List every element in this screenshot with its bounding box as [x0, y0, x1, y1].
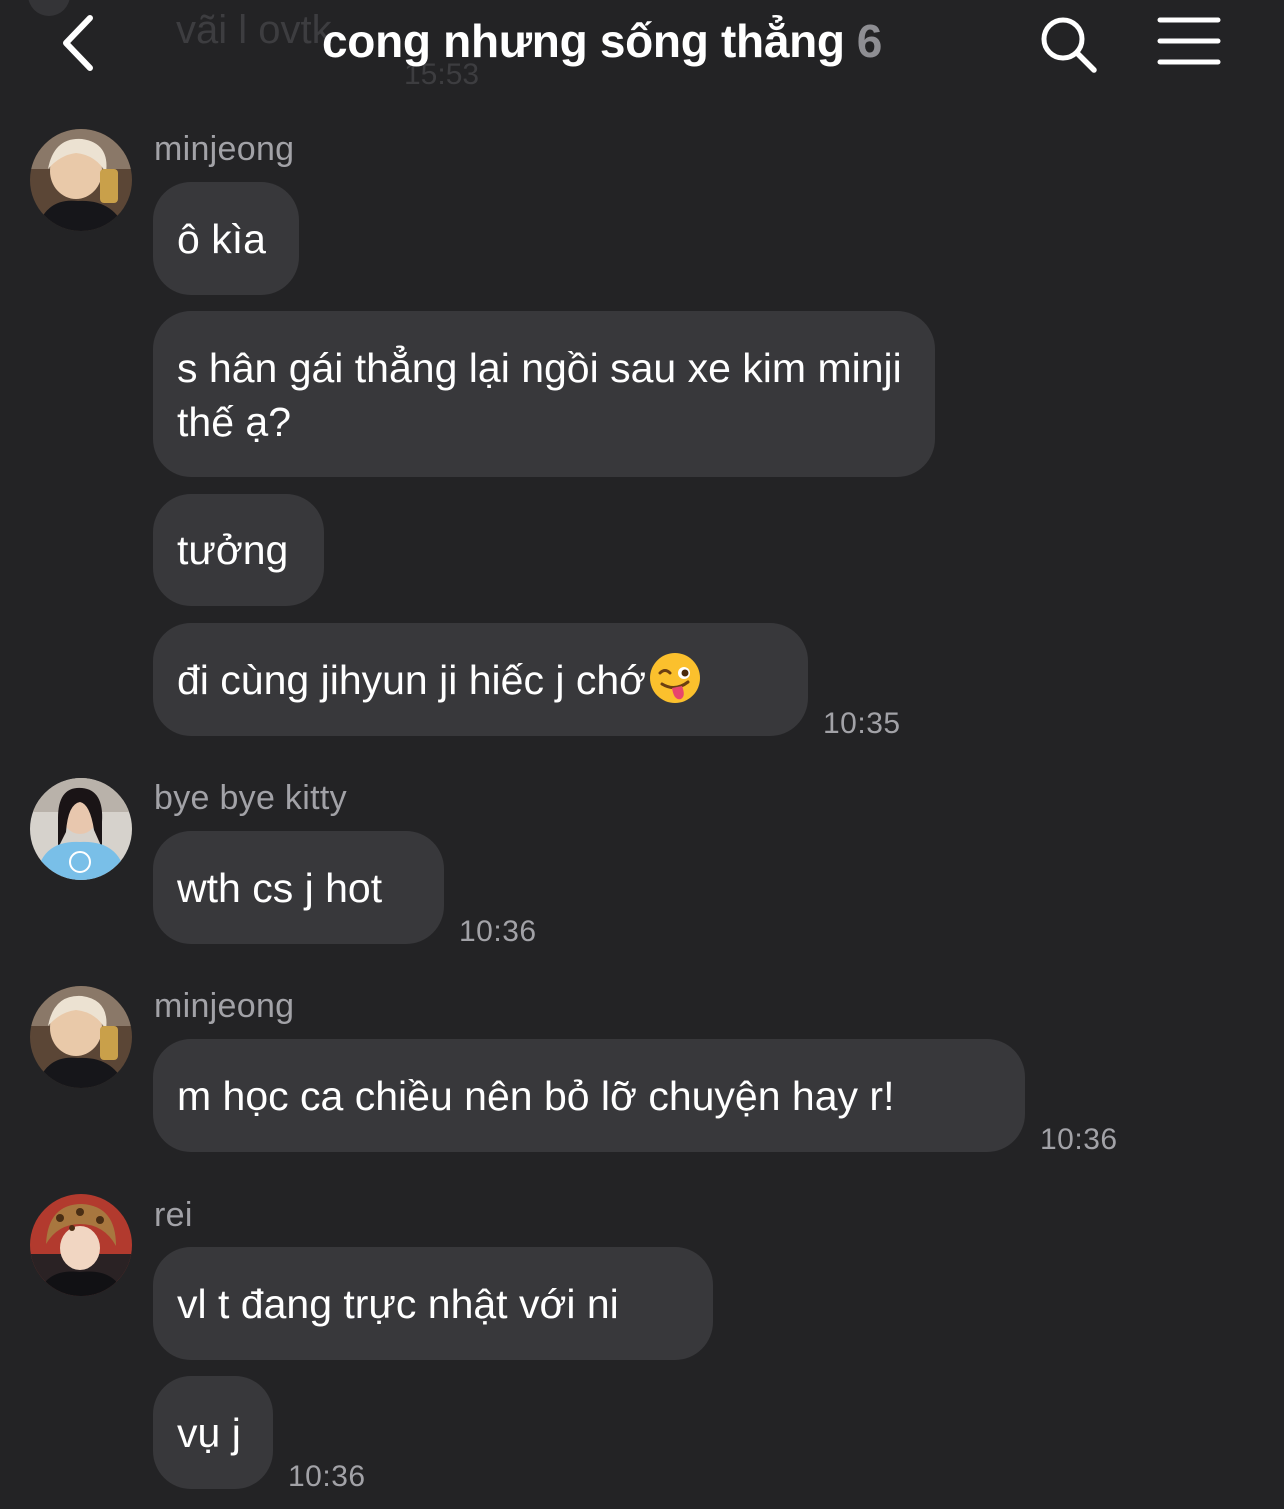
message-bubble[interactable]: wth cs j hot	[153, 831, 444, 944]
message-bubble[interactable]: s hân gái thẳng lại ngồi sau xe kim minj…	[153, 311, 935, 477]
message-bubble[interactable]: ô kìa	[153, 182, 299, 295]
message-bubble[interactable]: vụ j	[153, 1376, 273, 1489]
chat-header: vãi l ovtk 15:53 cong nhưng sống thẳng 6	[0, 0, 1284, 100]
member-count: 6	[856, 15, 883, 67]
message-time: 10:36	[1040, 1123, 1118, 1156]
avatar-minjeong[interactable]	[30, 986, 132, 1088]
message-time: 10:35	[823, 707, 901, 740]
search-icon	[1041, 17, 1097, 73]
back-button[interactable]	[56, 12, 108, 74]
message-time: 10:36	[288, 1460, 366, 1493]
sender-name: minjeong	[154, 987, 295, 1025]
avatar-bye-bye-kitty[interactable]	[30, 778, 132, 880]
chevron-left-icon	[63, 15, 93, 71]
hamburger-menu-icon	[1157, 17, 1221, 65]
message-bubble[interactable]: tưởng	[153, 494, 324, 606]
message-bubble[interactable]: đi cùng jihyun ji hiếc j chớ	[153, 623, 808, 736]
winking-face-with-tongue-icon	[650, 652, 701, 703]
sender-name: rei	[154, 1196, 193, 1234]
message-time: 10:36	[459, 915, 537, 948]
message-bubble[interactable]: vl t đang trực nhật với ni	[153, 1247, 713, 1360]
avatar-minjeong[interactable]	[30, 129, 132, 231]
chat-title[interactable]: cong nhưng sống thẳng 6	[322, 14, 882, 68]
message-text: đi cùng jihyun ji hiếc j chớ	[177, 656, 647, 703]
avatar-rei[interactable]	[30, 1194, 132, 1296]
previous-message-preview: vãi l ovtk	[176, 8, 332, 52]
sender-name: minjeong	[154, 130, 295, 168]
sender-name: bye bye kitty	[154, 779, 347, 817]
menu-button[interactable]	[1156, 14, 1222, 70]
group-name: cong nhưng sống thẳng	[322, 15, 845, 67]
message-bubble[interactable]: m học ca chiều nên bỏ lỡ chuyện hay r!	[153, 1039, 1025, 1152]
search-button[interactable]	[1036, 12, 1100, 76]
